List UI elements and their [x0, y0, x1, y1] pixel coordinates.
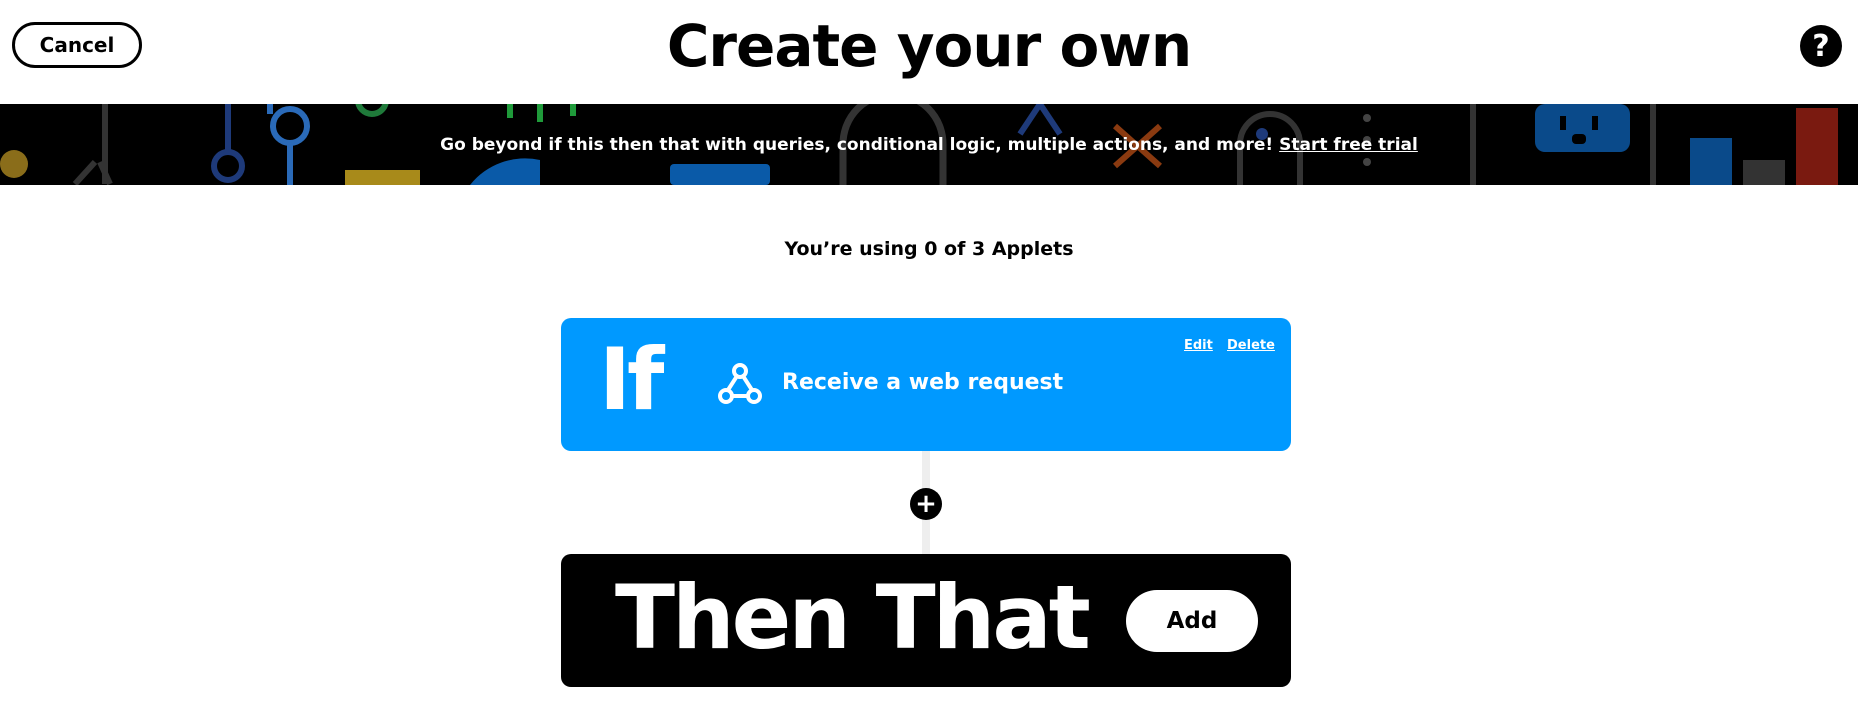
page-title: Create your own: [666, 12, 1192, 80]
add-action-button[interactable]: Add: [1126, 590, 1258, 652]
banner-text: Go beyond if this then that with queries…: [440, 134, 1274, 155]
question-mark-icon[interactable]: ?: [1800, 25, 1842, 67]
banner-message: Go beyond if this then that with queries…: [0, 104, 1858, 185]
then-that-keyword: Then That: [615, 566, 1091, 669]
if-trigger-card[interactable]: If Receive a web request Edit Delete: [561, 318, 1291, 451]
start-free-trial-link[interactable]: Start free trial: [1279, 135, 1418, 155]
delete-trigger-link[interactable]: Delete: [1227, 338, 1275, 353]
trigger-label: Receive a web request: [782, 370, 1064, 395]
if-keyword: If: [599, 330, 664, 430]
promo-banner: Go beyond if this then that with queries…: [0, 104, 1858, 185]
applet-usage-text: You’re using 0 of 3 Applets: [784, 238, 1074, 260]
header: Cancel Create your own ?: [0, 0, 1858, 104]
edit-trigger-link[interactable]: Edit: [1184, 338, 1213, 353]
webhook-icon: [718, 363, 762, 404]
then-action-card: Then That Add: [561, 554, 1291, 687]
plus-icon[interactable]: +: [910, 488, 942, 520]
